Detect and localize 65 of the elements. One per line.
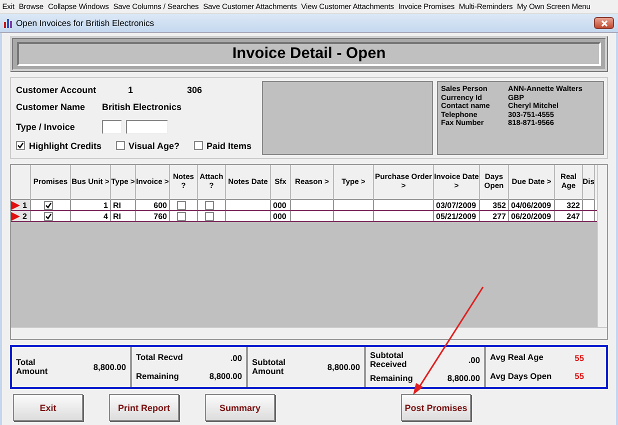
page-heading: Invoice Detail - Open [17,42,601,66]
table-cell: 1 [71,200,111,210]
checkbox-label: Visual Age? [128,140,180,151]
table-cell: 04/06/2009 [509,200,555,210]
vertical-scrollbar[interactable] [597,165,607,327]
horizontal-scrollbar[interactable] [11,327,607,339]
field-value: 1 [128,85,134,95]
total-value: 8,800.00 [327,362,360,372]
table-cell: 03/07/2009 [434,200,480,210]
field-label: Type / Invoice [16,122,76,132]
table-cell: 000 [271,200,291,210]
total-value: 8,800.00 [209,371,242,381]
checkbox[interactable] [16,141,25,150]
checkbox-label: Highlight Credits [29,140,102,151]
table-cell: RI [111,200,136,210]
total-label: Remaining [370,373,413,384]
total-value: .00 [468,355,480,366]
total-label: Subtotal Received [370,350,408,370]
attach-checkbox[interactable] [205,200,214,210]
total-label: Remaining [136,371,179,381]
table-cell: 247 [555,211,583,221]
input-field[interactable] [102,120,122,134]
action-button[interactable]: Exit [13,394,83,421]
total-label: Subtotal Amount [252,358,286,376]
chart-icon [4,18,13,28]
table-cell: RI [111,211,136,221]
notes-checkbox[interactable] [177,212,186,220]
total-value: .00 [230,353,242,363]
total-label: Avg Real Age [490,353,544,363]
total-label: Total Amount [16,358,49,376]
table-cell: 322 [555,200,583,210]
promise-checkbox[interactable] [44,212,53,220]
total-value: 55 [574,371,584,381]
total-label: Avg Days Open [490,371,552,381]
field-value: British Electronics [102,102,182,112]
action-button[interactable]: Summary [205,394,275,421]
window-title: Open Invoices for British Electronics [16,18,156,28]
attach-checkbox[interactable] [205,212,214,220]
table-cell: 760 [136,211,170,221]
total-value: 8,800.00 [447,373,480,384]
table-cell: 06/20/2009 [509,211,555,221]
action-button[interactable]: Post Promises [401,394,471,421]
total-value: 8,800.00 [93,362,126,372]
table-cell: 4 [71,211,111,221]
close-icon [600,20,608,26]
row-number: 1 [22,200,27,210]
checkbox[interactable] [116,141,124,150]
table-cell: 600 [136,200,170,210]
row-number: 2 [22,212,27,220]
action-button[interactable]: Print Report [109,394,179,421]
checkbox[interactable] [194,141,203,150]
close-button[interactable] [594,17,614,29]
field-label: Customer Account [16,85,98,95]
notes-checkbox[interactable] [177,200,186,210]
field-label: Customer Name [16,102,86,112]
table-cell: 000 [271,211,291,221]
checkbox-label: Paid Items [206,140,252,151]
table-cell: 277 [480,211,509,221]
table-cell: 05/21/2009 [434,211,480,221]
table-cell: 352 [480,200,509,210]
total-label: Total Recvd [136,353,183,363]
total-value: 55 [574,353,584,363]
input-field[interactable] [126,120,168,134]
field-value: 306 [187,85,202,95]
promise-checkbox[interactable] [44,200,53,210]
